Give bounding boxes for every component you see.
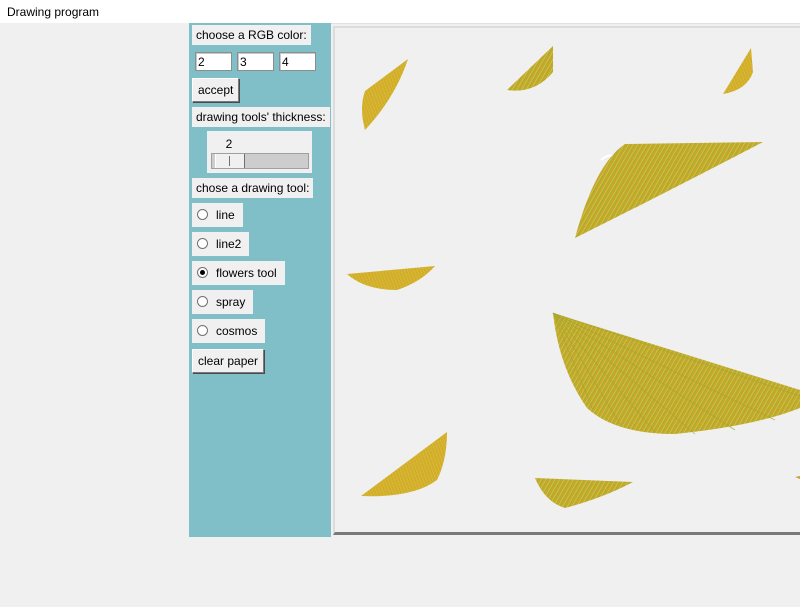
tool-radio-label: cosmos — [216, 324, 258, 338]
tool-radio-label: spray — [216, 295, 246, 309]
radio-button-icon[interactable] — [197, 209, 208, 220]
blue-input[interactable] — [279, 52, 316, 71]
thickness-value: 2 — [225, 137, 233, 151]
flower-stroke — [535, 478, 633, 508]
thickness-label: drawing tools' thickness: — [192, 107, 330, 127]
flower-stroke — [575, 142, 763, 238]
flower-stroke — [361, 432, 447, 497]
radio-button-icon[interactable] — [197, 238, 208, 249]
green-input[interactable] — [237, 52, 274, 71]
tool-label: chose a drawing tool: — [192, 178, 314, 198]
red-input[interactable] — [195, 52, 232, 71]
clear-paper-button[interactable]: clear paper — [192, 349, 265, 373]
tool-radio-cosmos[interactable]: cosmos — [192, 319, 266, 343]
tool-radio-spray[interactable]: spray — [192, 290, 254, 314]
flower-stroke — [723, 48, 753, 94]
flower-stroke — [347, 266, 435, 290]
radio-button-icon[interactable] — [197, 296, 208, 307]
thickness-trough[interactable] — [211, 153, 309, 169]
accept-button[interactable]: accept — [192, 78, 240, 102]
tool-radio-label: flowers tool — [216, 266, 277, 280]
flower-stroke — [507, 46, 553, 91]
tool-radio-label: line2 — [216, 237, 242, 251]
rgb-color-label: choose a RGB color: — [192, 25, 311, 45]
flower-stroke — [795, 476, 800, 479]
flower-stroke — [362, 59, 408, 130]
tool-radio-label: line — [216, 208, 235, 222]
thickness-scale[interactable]: 2 — [207, 131, 312, 173]
drawing-surface[interactable] — [335, 28, 800, 532]
radio-button-icon[interactable] — [197, 325, 208, 336]
radio-button-selected-icon[interactable] — [197, 267, 208, 278]
tool-radio-flowers[interactable]: flowers tool — [192, 261, 285, 285]
thickness-slider-thumb[interactable] — [215, 154, 245, 168]
drawing-canvas[interactable] — [333, 26, 800, 535]
title-bar: Drawing program — [0, 0, 800, 23]
tool-radio-line2[interactable]: line2 — [192, 232, 250, 256]
window-title: Drawing program — [7, 5, 100, 19]
tool-radio-line[interactable]: line — [192, 203, 243, 227]
